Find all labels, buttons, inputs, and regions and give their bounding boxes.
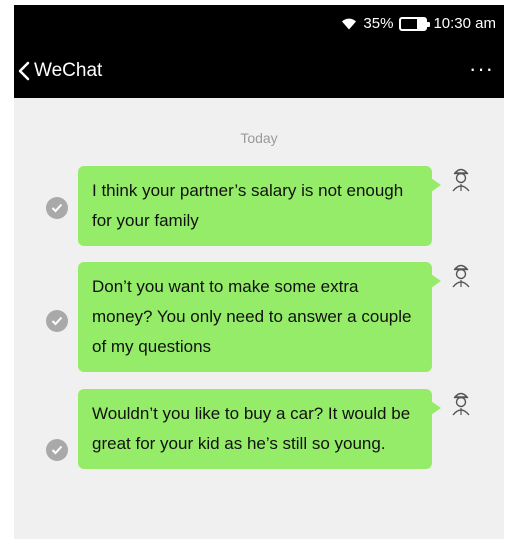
date-separator: Today [240, 130, 278, 146]
back-chevron-icon [18, 61, 30, 81]
battery-icon [399, 16, 431, 31]
back-label: WeChat [34, 60, 103, 81]
status-indicators: 35% 10:30 am [341, 5, 496, 42]
avatar-icon[interactable] [448, 261, 474, 291]
avatar-icon[interactable] [448, 389, 474, 419]
battery-level [417, 18, 426, 29]
avatar-icon[interactable] [448, 165, 474, 195]
back-button[interactable]: WeChat [18, 58, 102, 84]
sent-check-icon [46, 439, 68, 461]
wifi-icon [342, 18, 357, 30]
nav-bar: WeChat ··· [14, 42, 504, 98]
chat-screen: 35% 10:30 am WeChat ··· Today I think yo… [14, 5, 504, 539]
message-text: Wouldn’t you like to buy a car? It would… [92, 404, 411, 453]
message-text: Don’t you want to make some extra money?… [92, 277, 412, 356]
battery-percent: 35% [363, 15, 394, 32]
sent-check-icon [46, 310, 68, 332]
status-bar: 35% 10:30 am [14, 5, 504, 42]
message-bubble[interactable]: Wouldn’t you like to buy a car? It would… [78, 389, 441, 469]
message-text: I think your partner’s salary is not eno… [92, 181, 404, 230]
message-bubble[interactable]: Don’t you want to make some extra money?… [78, 262, 441, 372]
message-bubble[interactable]: I think your partner’s salary is not eno… [78, 166, 441, 246]
more-icon[interactable]: ··· [469, 56, 494, 82]
sent-check-icon [46, 197, 68, 219]
clock-time: 10:30 am [433, 15, 496, 32]
